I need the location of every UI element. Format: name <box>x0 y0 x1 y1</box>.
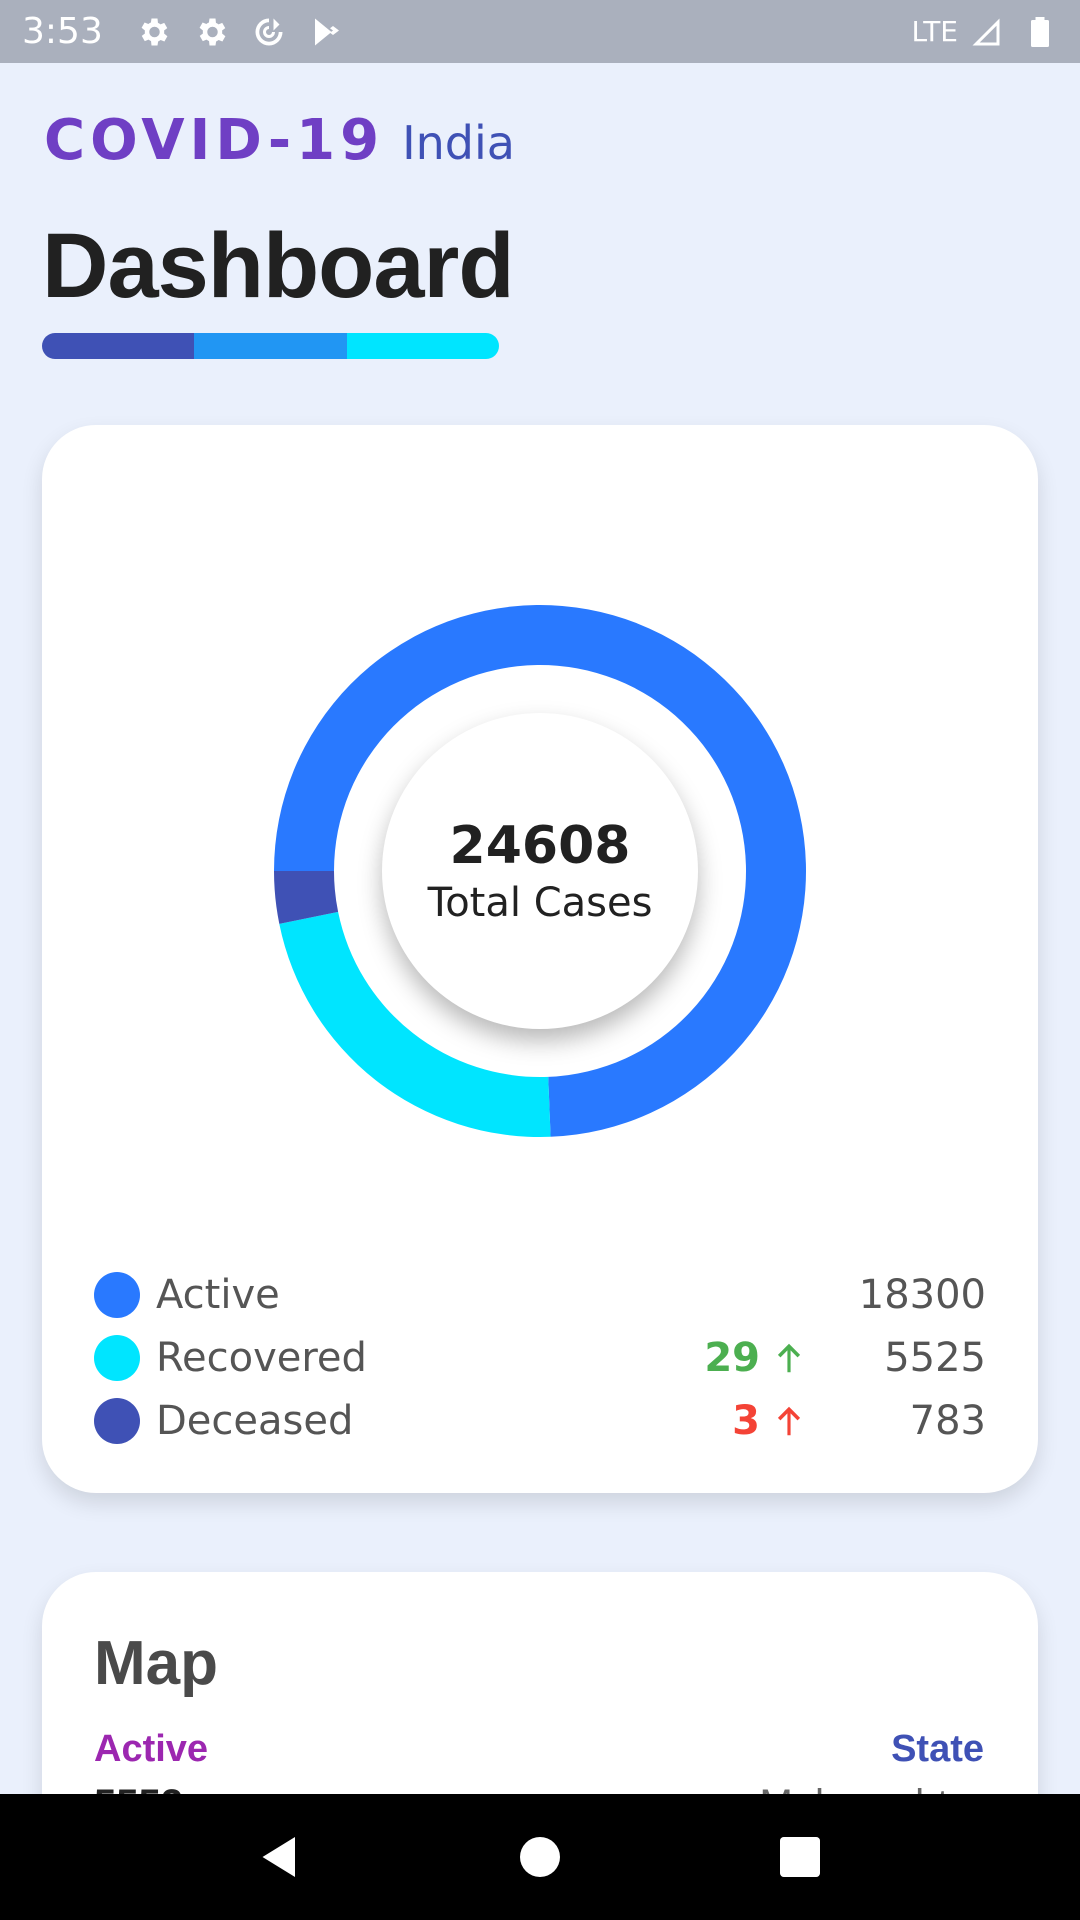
delta-value: 29 <box>704 1334 760 1381</box>
battery-icon <box>1022 14 1058 50</box>
map-column-state[interactable]: State <box>891 1728 984 1771</box>
page-title: Dashboard <box>42 215 515 317</box>
legend-label: Active <box>156 1271 280 1318</box>
legend-row-deceased: Deceased 3 783 <box>94 1389 986 1452</box>
legend-value: 18300 <box>858 1271 986 1318</box>
gear-icon <box>135 14 171 50</box>
donut-center: 24608 Total Cases <box>382 713 698 1029</box>
title-underline <box>42 333 499 359</box>
legend-value: 783 <box>909 1397 986 1444</box>
legend: Active 18300 Recovered 29 5525 Deceased … <box>94 1263 986 1452</box>
back-button[interactable] <box>250 1827 310 1887</box>
legend-dot <box>94 1334 140 1381</box>
status-bar: 3:53 LTE <box>0 0 1080 63</box>
underline-segment <box>194 333 347 359</box>
arrow-up-icon <box>777 1343 801 1372</box>
legend-label: Deceased <box>156 1397 354 1444</box>
map-column-active[interactable]: Active <box>94 1728 208 1771</box>
legend-delta: 29 <box>704 1335 808 1381</box>
underline-segment <box>42 333 195 359</box>
brand: COVID-19 India <box>44 108 515 173</box>
recents-button[interactable] <box>770 1827 830 1887</box>
total-cases-value: 24608 <box>449 816 631 876</box>
underline-segment <box>346 333 499 359</box>
brand-title: COVID-19 <box>44 108 385 173</box>
gear-icon <box>193 14 229 50</box>
legend-row-recovered: Recovered 29 5525 <box>94 1326 986 1389</box>
donut-chart: 24608 Total Cases <box>274 605 806 1137</box>
legend-dot <box>94 1397 140 1444</box>
recents-icon <box>780 1837 820 1877</box>
summary-card: 24608 Total Cases Active 18300 Recovered… <box>42 425 1038 1493</box>
total-cases-label: Total Cases <box>427 880 653 926</box>
play-store-icon <box>309 14 345 50</box>
navigation-bar <box>0 1794 1080 1920</box>
signal-icon <box>968 14 1004 50</box>
legend-delta: 3 <box>732 1398 808 1444</box>
country-label: India <box>402 116 515 170</box>
sync-icon <box>251 14 287 50</box>
home-icon <box>520 1837 560 1877</box>
legend-row-active: Active 18300 <box>94 1263 986 1326</box>
delta-value: 3 <box>732 1397 760 1444</box>
legend-label: Recovered <box>156 1334 367 1381</box>
back-icon <box>262 1837 295 1877</box>
home-button[interactable] <box>510 1827 570 1887</box>
status-time: 3:53 <box>22 11 103 52</box>
map-title: Map <box>94 1629 218 1698</box>
legend-value: 5525 <box>884 1334 986 1381</box>
arrow-up-icon <box>777 1406 801 1435</box>
network-type: LTE <box>911 15 958 48</box>
legend-dot <box>94 1271 140 1318</box>
